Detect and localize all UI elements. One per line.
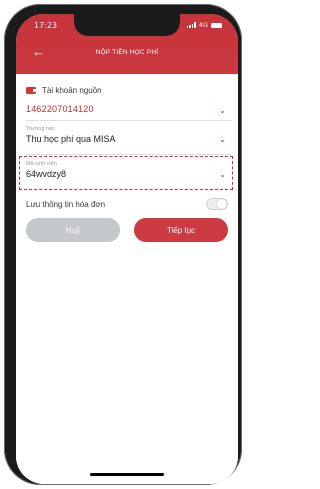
continue-button[interactable]: Tiếp tục	[134, 218, 228, 242]
save-invoice-toggle[interactable]	[206, 198, 228, 210]
wallet-icon	[26, 87, 36, 94]
student-id-value: 64wvdzy8	[26, 169, 67, 179]
school-value: Thu học phí qua MISA	[26, 134, 116, 144]
source-account-value: 1462207014120	[26, 104, 94, 114]
signal-icon	[186, 22, 196, 28]
student-id-label: Mã sinh viên	[26, 161, 57, 167]
status-indicators: 4G	[186, 21, 222, 29]
chevron-down-icon: ⌄	[219, 170, 226, 179]
source-account-select[interactable]: 1462207014120 ⌄	[26, 104, 232, 115]
page-title: NỘP TIỀN HỌC PHÍ	[95, 49, 159, 56]
chevron-down-icon: ⌄	[219, 106, 226, 115]
school-select[interactable]: Trường học Thu học phí qua MISA ⌄	[26, 126, 232, 144]
cancel-button[interactable]: Huỷ	[26, 218, 120, 242]
app-screen: 17:23 4G ← NỘP TIỀN HỌC PHÍ Tài khoản ng…	[16, 14, 238, 484]
school-label: Trường học	[26, 126, 55, 132]
app-header: 17:23 4G ← NỘP TIỀN HỌC PHÍ	[16, 14, 238, 74]
phone-notch	[74, 14, 180, 36]
source-account-label: Tài khoản nguồn	[42, 86, 102, 95]
divider	[26, 154, 232, 155]
phone-frame: 17:23 4G ← NỘP TIỀN HỌC PHÍ Tài khoản ng…	[4, 4, 242, 485]
payment-form: Tài khoản nguồn 1462207014120 ⌄ Trường h…	[16, 74, 238, 484]
battery-icon	[211, 22, 222, 28]
toggle-knob	[217, 199, 227, 209]
divider	[26, 120, 232, 121]
network-label: 4G	[198, 21, 208, 29]
save-invoice-label: Lưu thông tin hóa đơn	[26, 200, 106, 209]
status-time: 17:23	[34, 21, 58, 30]
student-id-field[interactable]: Mã sinh viên 64wvdzy8 ⌄	[26, 161, 232, 179]
chevron-down-icon: ⌄	[219, 135, 226, 144]
home-indicator	[90, 473, 164, 476]
source-account-header: Tài khoản nguồn	[26, 86, 232, 95]
